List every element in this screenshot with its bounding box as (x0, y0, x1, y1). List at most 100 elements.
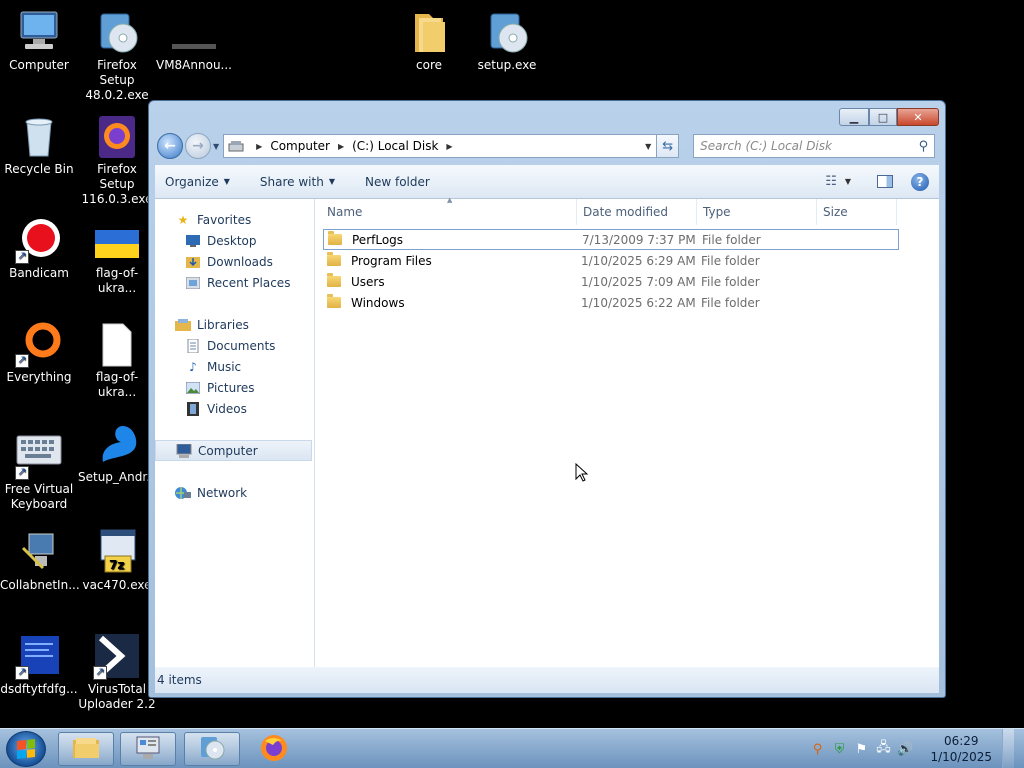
address-dropdown-icon[interactable]: ▼ (640, 142, 656, 151)
close-icon: ✕ (913, 110, 923, 124)
blue-document-icon (15, 632, 63, 680)
column-header-size[interactable]: Size (817, 198, 897, 225)
keyboard-icon (15, 432, 63, 480)
column-header-name[interactable]: ▲ Name (315, 196, 577, 225)
desktop-icon-setup-andr[interactable]: Setup_Andr... (78, 420, 158, 485)
search-icon[interactable]: ⚲ (919, 139, 929, 154)
nav-libraries[interactable]: Libraries (155, 314, 314, 335)
refresh-icon: ⇆ (662, 138, 674, 154)
desktop-icon-flag-ukraine-1[interactable]: flag-of-ukra... (78, 216, 156, 296)
recycle-bin-icon (15, 112, 63, 160)
clock-date: 1/10/2025 (930, 750, 992, 764)
view-options-icon[interactable]: ☷ (825, 174, 837, 189)
desktop-icon-bandicam[interactable]: Bandicam (0, 216, 78, 281)
file-date-modified: 1/10/2025 6:29 AM (581, 253, 696, 268)
navigation-bar: ← → ▼ ▶ Computer ▶ (C:) Local Disk ▶ ▼ ⇆… (157, 132, 939, 160)
system-tray: ⚲ ⛨ ⚑ 🖧 🔊 06:29 1/10/2025 (806, 729, 1014, 768)
taskbar-installer-button[interactable] (184, 732, 240, 766)
minimize-button[interactable]: ▁ (839, 108, 869, 126)
action-center-flag-icon[interactable]: ⚑ (853, 741, 869, 757)
explorer-window[interactable]: ▁ □ ✕ ← → ▼ ▶ Computer ▶ (C:) Local Disk… (148, 100, 946, 698)
recent-pages-dropdown[interactable]: ▼ (213, 142, 219, 151)
preview-pane-icon[interactable] (877, 175, 893, 188)
desktop-icon-virustotal[interactable]: VirusTotal Uploader 2.2 (78, 632, 156, 712)
show-desktop-button[interactable] (1002, 729, 1014, 768)
desktop-icon-collabnet[interactable]: CollabnetIn... (0, 528, 80, 593)
table-row[interactable]: Windows 1/10/2025 6:22 AM File folder (323, 292, 899, 313)
computer-icon (176, 443, 192, 459)
desktop-icon-everything[interactable]: Everything (0, 320, 78, 385)
security-shield-icon[interactable]: ⛨ (831, 741, 847, 757)
desktop-icon-recycle-bin[interactable]: Recycle Bin (0, 112, 78, 177)
nav-network[interactable]: Network (155, 482, 314, 503)
back-button[interactable]: ← (157, 133, 183, 159)
desktop-icon-firefox-setup-116[interactable]: Firefox Setup 116.0.3.exe (78, 112, 156, 207)
file-name: Program Files (351, 253, 432, 268)
refresh-button[interactable]: ⇆ (657, 134, 680, 158)
desktop-icon-computer[interactable]: Computer (0, 8, 78, 73)
nav-computer[interactable]: Computer (155, 440, 312, 461)
swan-icon (93, 420, 141, 468)
folder-icon (327, 294, 341, 308)
folder-icon (405, 8, 453, 56)
forward-button[interactable]: → (185, 133, 211, 159)
desktop-icon-flag-ukraine-2[interactable]: flag-of-ukra... (78, 320, 156, 400)
nav-videos[interactable]: Videos (155, 398, 314, 419)
chevron-down-icon[interactable]: ▼ (845, 177, 851, 186)
search-input[interactable] (700, 139, 919, 153)
file-type: File folder (702, 232, 761, 247)
table-row[interactable]: Users 1/10/2025 7:09 AM File folder (323, 271, 899, 292)
share-with-button[interactable]: Share with ▼ (260, 175, 335, 189)
column-header-date-modified[interactable]: Date modified (577, 198, 697, 225)
nav-music[interactable]: ♪ Music (155, 356, 314, 377)
drive-icon (228, 139, 244, 153)
desktop-icon-setup-exe[interactable]: setup.exe (468, 8, 546, 73)
close-button[interactable]: ✕ (897, 108, 939, 126)
taskbar-firefox-button[interactable] (246, 732, 302, 766)
nav-downloads[interactable]: Downloads (155, 251, 314, 272)
column-headers: ▲ Name Date modified Type Size (315, 196, 939, 225)
shortcut-arrow-icon (15, 664, 29, 680)
help-icon[interactable]: ? (911, 172, 929, 191)
nav-recent-places[interactable]: Recent Places (155, 272, 314, 293)
file-type: File folder (701, 295, 760, 310)
shortcut-arrow-icon (15, 352, 29, 368)
chevron-down-icon: ▼ (223, 177, 230, 186)
file-list-pane: ▲ Name Date modified Type Size PerfLogs 7… (315, 196, 939, 667)
content-area: ★ Favorites Desktop Downloads Recent Plac… (155, 196, 939, 667)
table-row[interactable]: Program Files 1/10/2025 6:29 AM File fol… (323, 250, 899, 271)
desktop-icon-firefox-setup-48[interactable]: Firefox Setup 48.0.2.exe (78, 8, 156, 103)
breadcrumb-separator-icon[interactable]: ▶ (338, 142, 344, 151)
volume-icon[interactable]: 🔊 (897, 741, 913, 757)
maximize-button[interactable]: □ (869, 108, 897, 126)
new-folder-button[interactable]: New folder (365, 175, 430, 189)
folder-icon (327, 273, 341, 287)
nav-pictures[interactable]: Pictures (155, 377, 314, 398)
desktop-icon-free-virtual-keyboard[interactable]: Free Virtual Keyboard (0, 432, 78, 512)
breadcrumb-separator-icon[interactable]: ▶ (256, 142, 262, 151)
desktop-icon-vac470[interactable]: 7z vac470.exe (78, 528, 156, 593)
breadcrumb-separator-icon[interactable]: ▶ (446, 142, 452, 151)
clock[interactable]: 06:29 1/10/2025 (930, 733, 992, 765)
taskbar-control-panel-button[interactable] (120, 732, 176, 766)
desktop-icon (185, 233, 201, 249)
table-row[interactable]: PerfLogs 7/13/2009 7:37 PM File folder (323, 229, 899, 250)
nav-desktop[interactable]: Desktop (155, 230, 314, 251)
desktop-icon-dsdf[interactable]: dsdftytfdfg... (0, 632, 78, 697)
recent-places-icon (185, 275, 201, 291)
address-bar[interactable]: ▶ Computer ▶ (C:) Local Disk ▶ ▼ (223, 134, 658, 158)
start-button[interactable] (6, 731, 46, 767)
network-status-icon[interactable]: 🖧 (875, 740, 891, 757)
taskbar-explorer-button[interactable] (58, 732, 114, 766)
desktop-icon-core[interactable]: core (390, 8, 468, 73)
desktop-icon-vm8[interactable]: VM8Annou... (155, 8, 233, 73)
file-icon (170, 8, 218, 56)
search-tray-icon[interactable]: ⚲ (809, 741, 825, 757)
nav-documents[interactable]: Documents (155, 335, 314, 356)
column-header-type[interactable]: Type (697, 198, 817, 225)
nav-favorites[interactable]: ★ Favorites (155, 209, 314, 230)
breadcrumb-computer[interactable]: Computer (270, 139, 330, 153)
search-box[interactable]: ⚲ (693, 134, 936, 158)
breadcrumb-local-disk[interactable]: (C:) Local Disk (352, 139, 438, 153)
organize-button[interactable]: Organize ▼ (165, 175, 230, 189)
